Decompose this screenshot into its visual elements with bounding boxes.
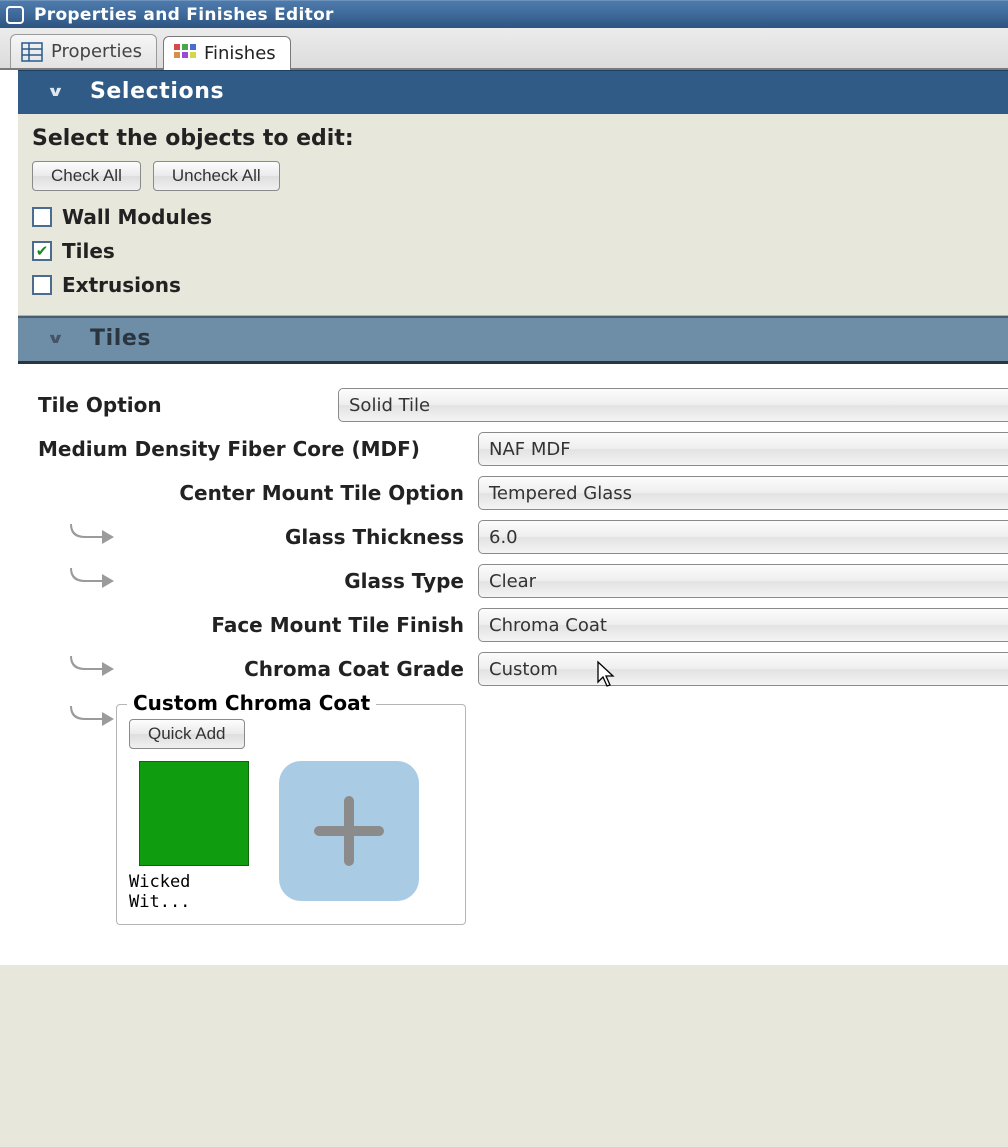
chevron-down-icon: ∨ — [46, 331, 65, 347]
select-tile-option[interactable]: Solid Tile — [338, 388, 1008, 422]
properties-grid-icon — [21, 42, 43, 62]
label-glass-thickness: Glass Thickness — [108, 525, 478, 549]
label-mdf: Medium Density Fiber Core (MDF) — [38, 437, 478, 461]
tab-finishes[interactable]: Finishes — [163, 36, 291, 70]
selections-body: Select the objects to edit: Check All Un… — [18, 114, 1008, 316]
tab-properties-label: Properties — [51, 41, 142, 62]
checkbox-box — [32, 275, 52, 295]
section-header-tiles[interactable]: ∨ Tiles — [18, 316, 1008, 364]
checkbox-label: Wall Modules — [62, 205, 212, 229]
indent-arrow-icon — [68, 704, 108, 734]
panel: ∨ Selections Select the objects to edit:… — [18, 70, 1008, 965]
section-title-selections: Selections — [90, 79, 224, 104]
checkbox-tiles[interactable]: Tiles — [32, 239, 994, 263]
app-icon — [6, 6, 24, 24]
chevron-down-icon: ∨ — [46, 84, 65, 100]
checkbox-label: Extrusions — [62, 273, 181, 297]
swatch-item[interactable]: Wicked Wit... — [129, 761, 259, 912]
select-glass-type[interactable]: Clear — [478, 564, 1008, 598]
select-glass-thickness[interactable]: 6.0 — [478, 520, 1008, 554]
checkbox-wall-modules[interactable]: Wall Modules — [32, 205, 994, 229]
label-center-mount: Center Mount Tile Option — [108, 481, 478, 505]
window-titlebar: Properties and Finishes Editor — [0, 0, 1008, 28]
groupbox-legend: Custom Chroma Coat — [127, 691, 376, 715]
quick-add-button[interactable]: Quick Add — [129, 719, 245, 749]
uncheck-all-button[interactable]: Uncheck All — [153, 161, 280, 191]
label-tile-option: Tile Option — [38, 393, 338, 417]
section-header-selections[interactable]: ∨ Selections — [18, 70, 1008, 114]
select-face-mount-finish[interactable]: Chroma Coat — [478, 608, 1008, 642]
check-all-button[interactable]: Check All — [32, 161, 141, 191]
checkbox-box — [32, 207, 52, 227]
indent-arrow-icon — [68, 522, 108, 552]
finishes-colors-icon — [174, 44, 196, 64]
window-title: Properties and Finishes Editor — [34, 5, 334, 25]
select-mdf[interactable]: NAF MDF — [478, 432, 1008, 466]
checkbox-box — [32, 241, 52, 261]
tab-properties[interactable]: Properties — [10, 34, 157, 68]
tab-finishes-label: Finishes — [204, 43, 276, 64]
selections-prompt: Select the objects to edit: — [32, 126, 994, 151]
indent-arrow-icon — [68, 566, 108, 596]
indent-arrow-icon — [68, 654, 108, 684]
select-center-mount[interactable]: Tempered Glass — [478, 476, 1008, 510]
checkbox-extrusions[interactable]: Extrusions — [32, 273, 994, 297]
tab-strip: Properties Finishes — [0, 28, 1008, 70]
select-chroma-grade[interactable]: Custom — [478, 652, 1008, 686]
label-face-mount-finish: Face Mount Tile Finish — [108, 613, 478, 637]
swatch-color — [139, 761, 249, 866]
add-swatch-button[interactable] — [279, 761, 419, 901]
label-glass-type: Glass Type — [108, 569, 478, 593]
label-chroma-grade: Chroma Coat Grade — [108, 657, 478, 681]
content-pane: ∨ Selections Select the objects to edit:… — [0, 70, 1008, 965]
tiles-body: Tile Option Solid Tile Medium Density Fi… — [18, 364, 1008, 965]
plus-icon — [314, 796, 384, 866]
section-title-tiles: Tiles — [90, 326, 151, 351]
checkbox-label: Tiles — [62, 239, 115, 263]
custom-chroma-coat-group: Custom Chroma Coat Quick Add Wicked Wit.… — [116, 704, 466, 925]
swatch-name: Wicked Wit... — [129, 872, 259, 912]
